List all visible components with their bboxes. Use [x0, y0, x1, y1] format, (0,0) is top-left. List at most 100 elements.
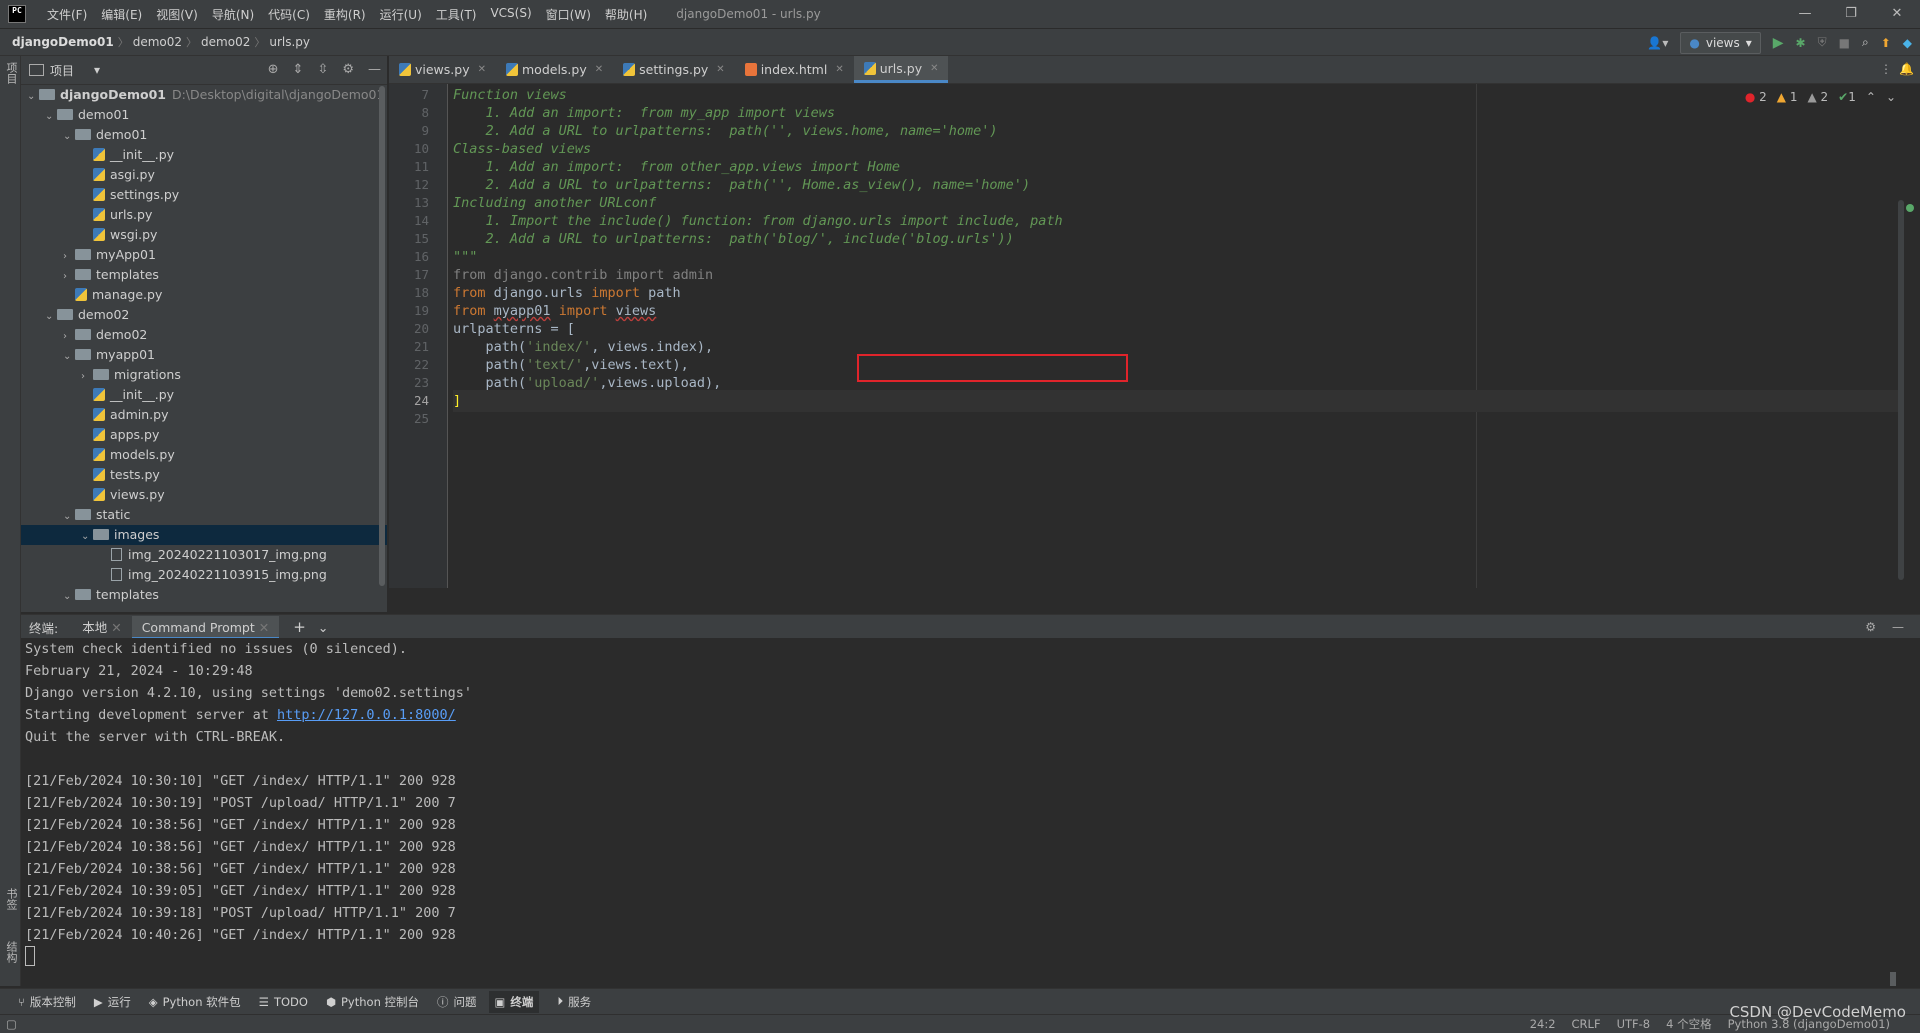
project-tool-tab[interactable]: 项目 [3, 62, 19, 84]
user-icon[interactable]: 👤▾ [1647, 36, 1668, 50]
terminal-output[interactable]: System check identified no issues (0 sil… [21, 638, 1920, 988]
tree-item[interactable]: img_20240221103915_img.png [21, 565, 387, 585]
menu-item[interactable]: 窗口(W) [539, 6, 598, 23]
bookmarks-tool-tab[interactable]: 书签 [3, 888, 19, 910]
close-icon[interactable]: ✕ [716, 56, 724, 83]
tool-window-button[interactable]: ☰ TODO [259, 995, 308, 1009]
tree-item[interactable]: › migrations [21, 365, 387, 385]
menu-item[interactable]: VCS(S) [483, 6, 538, 23]
plugin-icon[interactable]: ◆ [1903, 36, 1912, 50]
code-editor[interactable]: 7 8 9 10 11 12 13 14 15 16 17 18 19 20 21 22 23 24 25 Func… [389, 84, 1920, 588]
project-view-select[interactable]: 项目 ▾ [29, 62, 100, 79]
terminal-tab-cmd[interactable]: Command Prompt ✕ [131, 615, 280, 639]
tree-item[interactable]: apps.py [21, 425, 387, 445]
tree-item[interactable]: ⌄ demo01 [21, 105, 387, 125]
code-area[interactable]: Function views 1. Add an import: from my… [453, 84, 1920, 588]
tree-item[interactable]: __init__.py [21, 145, 387, 165]
tree-item[interactable]: settings.py [21, 185, 387, 205]
close-window-button[interactable]: ✕ [1874, 0, 1920, 28]
tree-item[interactable]: views.py [21, 485, 387, 505]
chevron-right-icon[interactable]: › [63, 327, 75, 347]
tree-item[interactable]: ⌄ demo01 [21, 125, 387, 145]
terminal-scrollbar[interactable] [1890, 972, 1896, 986]
chevron-down-icon[interactable]: ⌄ [1886, 90, 1896, 104]
close-icon[interactable]: ✕ [478, 56, 486, 83]
caret-position[interactable]: 24:2 [1530, 1017, 1556, 1031]
chevron-up-icon[interactable]: ⌃ [1866, 90, 1876, 104]
breadcrumb-project[interactable]: djangoDemo01 [8, 35, 118, 49]
chevron-down-icon[interactable]: ⌄ [318, 620, 328, 635]
project-scrollbar[interactable] [379, 86, 385, 586]
tree-item[interactable]: img_20240221103017_img.png [21, 545, 387, 565]
tree-item[interactable]: ⌄ static [21, 505, 387, 525]
maximize-button[interactable]: ❐ [1828, 0, 1874, 28]
tree-item[interactable]: tests.py [21, 465, 387, 485]
structure-tool-tab[interactable]: 结构 [3, 941, 19, 963]
minimize-button[interactable]: — [1782, 0, 1828, 28]
indent-setting[interactable]: 4 个空格 [1666, 1016, 1711, 1032]
chevron-down-icon[interactable]: ⌄ [81, 527, 93, 547]
breadcrumb-dir-1[interactable]: demo02 [129, 35, 186, 49]
tool-window-button[interactable]: ◈ Python 软件包 [149, 994, 241, 1010]
stop-icon[interactable]: ■ [1839, 36, 1850, 50]
tree-item[interactable]: __init__.py [21, 385, 387, 405]
tree-item[interactable]: ⌄ images [21, 525, 387, 545]
editor-tab[interactable]: settings.py ✕ [613, 56, 735, 83]
collapse-all-icon[interactable]: ⇳ [317, 62, 328, 77]
tree-item[interactable]: › demo02 [21, 325, 387, 345]
chevron-down-icon[interactable]: ⌄ [27, 87, 39, 107]
menu-item[interactable]: 文件(F) [40, 6, 94, 23]
tree-item[interactable]: ⌄ demo02 [21, 305, 387, 325]
update-icon[interactable]: ⬆ [1881, 36, 1891, 50]
tool-window-button[interactable]: ▣ 终端 [488, 990, 540, 1013]
file-encoding[interactable]: UTF-8 [1617, 1017, 1651, 1031]
close-icon[interactable]: ✕ [111, 620, 121, 635]
tool-window-button[interactable]: ⓘ 问题 [437, 994, 477, 1010]
tree-item[interactable]: › templates [21, 265, 387, 285]
tool-window-button[interactable]: ⬢ Python 控制台 [326, 994, 419, 1010]
editor-tab[interactable]: urls.py ✕ [853, 56, 949, 83]
code-line[interactable]: ] [453, 390, 1903, 412]
chevron-down-icon[interactable]: ⌄ [63, 587, 75, 607]
chevron-down-icon[interactable]: ⌄ [45, 307, 57, 327]
editor-tab[interactable]: models.py ✕ [496, 56, 613, 83]
more-tabs-icon[interactable]: ⋮ [1880, 62, 1892, 76]
layout-icon[interactable]: ▢ [6, 1017, 17, 1031]
run-config-select[interactable]: ● views ▾ [1680, 31, 1761, 54]
menu-item[interactable]: 编辑(E) [94, 6, 149, 23]
editor-tab[interactable]: index.html ✕ [735, 56, 854, 83]
tool-window-button[interactable]: ⏵ 服务 [557, 994, 591, 1010]
close-icon[interactable]: ✕ [595, 56, 603, 83]
debug-icon[interactable]: ✱ [1796, 36, 1806, 50]
tool-window-button[interactable]: ⑂ 版本控制 [18, 994, 76, 1010]
menu-item[interactable]: 导航(N) [205, 6, 261, 23]
hide-icon[interactable]: — [368, 62, 381, 77]
tree-item[interactable]: manage.py [21, 285, 387, 305]
chevron-down-icon[interactable]: ⌄ [63, 507, 75, 527]
terminal-prompt[interactable] [21, 946, 1920, 968]
tree-item[interactable]: asgi.py [21, 165, 387, 185]
breadcrumb-dir-2[interactable]: demo02 [197, 35, 254, 49]
tree-item[interactable]: ⌄ templates [21, 585, 387, 605]
menu-item[interactable]: 重构(R) [317, 6, 373, 23]
locate-icon[interactable]: ⊕ [268, 62, 279, 77]
tree-item[interactable]: urls.py [21, 205, 387, 225]
menu-item[interactable]: 代码(C) [261, 6, 317, 23]
chevron-down-icon[interactable]: ⌄ [63, 127, 75, 147]
tree-item[interactable]: models.py [21, 445, 387, 465]
menu-item[interactable]: 帮助(H) [598, 6, 654, 23]
tree-item[interactable]: › myApp01 [21, 245, 387, 265]
close-icon[interactable]: ✕ [835, 56, 843, 83]
inspection-widget[interactable]: ● 2 ▲ 1 ▲ 2 ✔1 ⌃ ⌄ [1745, 90, 1896, 104]
close-icon[interactable]: ✕ [259, 620, 269, 635]
run-icon[interactable]: ▶ [1773, 35, 1784, 51]
tree-item[interactable]: admin.py [21, 405, 387, 425]
tool-window-button[interactable]: ▶ 运行 [94, 994, 131, 1010]
tree-item[interactable]: wsgi.py [21, 225, 387, 245]
editor-scrollbar[interactable] [1898, 200, 1904, 580]
chevron-right-icon[interactable]: › [63, 267, 75, 287]
line-separator[interactable]: CRLF [1572, 1017, 1601, 1031]
menu-item[interactable]: 视图(V) [149, 6, 205, 23]
terminal-tab-local[interactable]: 本地 ✕ [72, 616, 131, 639]
menu-item[interactable]: 工具(T) [429, 6, 484, 23]
